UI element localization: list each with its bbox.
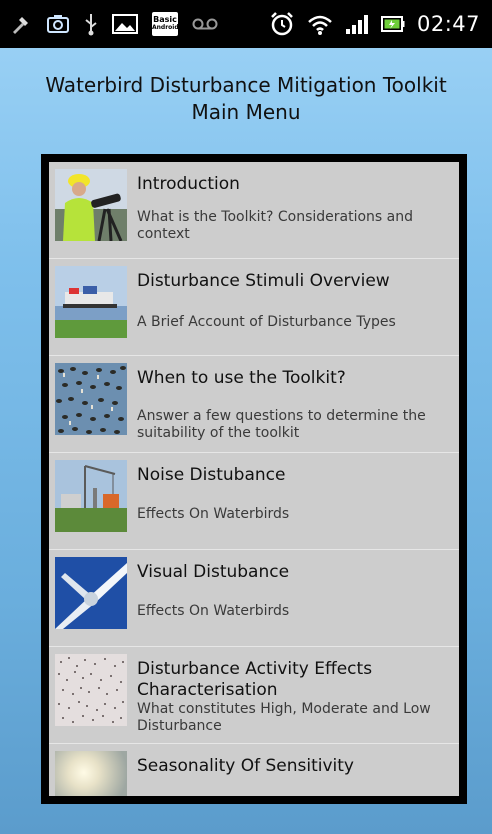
menu-item-subtitle: Answer a few questions to determine the …: [137, 408, 426, 441]
battery-icon: [380, 9, 405, 39]
menu-item-subtitle: What is the Toolkit? Considerations and …: [137, 209, 413, 242]
alarm-icon: [269, 9, 295, 39]
voicemail-icon: [192, 9, 218, 39]
menu-item-introduction[interactable]: Introduction What is the Toolkit? Consid…: [49, 162, 459, 259]
status-bar-notifications: Basic Android: [10, 8, 218, 40]
wifi-icon: [307, 9, 333, 39]
menu-item-title: Visual Distubance: [137, 562, 290, 582]
page-title-line2: Main Menu: [191, 100, 301, 124]
menu-item-activity-effects[interactable]: Disturbance Activity Effects Characteris…: [49, 647, 459, 744]
menu-item-seasonality[interactable]: Seasonality Of Sensitivity: [49, 744, 459, 796]
status-clock: 02:47: [416, 12, 480, 36]
basic-android-icon: Basic Android: [152, 9, 179, 39]
menu-item-subtitle: What constitutes High, Moderate and Low …: [137, 701, 431, 734]
camera-icon: [46, 9, 70, 39]
menu-item-subtitle: Effects On Waterbirds: [137, 506, 290, 522]
menu-item-title: Seasonality Of Sensitivity: [137, 756, 354, 776]
status-bar: Basic Android 02:47: [0, 0, 492, 48]
menu-item-title: Disturbance Activity Effects Characteris…: [137, 659, 373, 700]
wind-turbine-thumb: [55, 557, 127, 629]
main-menu-panel: Introduction What is the Toolkit? Consid…: [41, 154, 467, 804]
tools-icon: [10, 9, 32, 39]
status-bar-system: 02:47: [269, 8, 480, 40]
main-menu-list[interactable]: Introduction What is the Toolkit? Consid…: [49, 162, 459, 796]
page-title: Waterbird Disturbance Mitigation Toolkit…: [0, 72, 492, 126]
person-with-telescope-thumb: [55, 169, 127, 241]
construction-crane-thumb: [55, 460, 127, 532]
menu-item-title: When to use the Toolkit?: [137, 368, 346, 388]
menu-item-title: Introduction: [137, 174, 240, 194]
menu-item-subtitle: A Brief Account of Disturbance Types: [137, 314, 396, 330]
menu-item-title: Noise Distubance: [137, 465, 286, 485]
image-icon: [112, 9, 138, 39]
ship-on-river-thumb: [55, 266, 127, 338]
flying-flock-thumb: [55, 654, 127, 726]
menu-item-subtitle: Effects On Waterbirds: [137, 603, 290, 619]
menu-item-noise-disturbance[interactable]: Noise Distubance Effects On Waterbirds: [49, 453, 459, 550]
menu-item-when-to-use[interactable]: When to use the Toolkit? Answer a few qu…: [49, 356, 459, 453]
flock-on-water-thumb: [55, 363, 127, 435]
menu-item-disturbance-stimuli-overview[interactable]: Disturbance Stimuli Overview A Brief Acc…: [49, 259, 459, 356]
hazy-sun-thumb: [55, 751, 127, 796]
page-title-line1: Waterbird Disturbance Mitigation Toolkit: [45, 73, 447, 97]
menu-item-title: Disturbance Stimuli Overview: [137, 271, 390, 291]
menu-item-visual-disturbance[interactable]: Visual Distubance Effects On Waterbirds: [49, 550, 459, 647]
signal-icon: [345, 9, 369, 39]
usb-icon: [84, 9, 98, 39]
